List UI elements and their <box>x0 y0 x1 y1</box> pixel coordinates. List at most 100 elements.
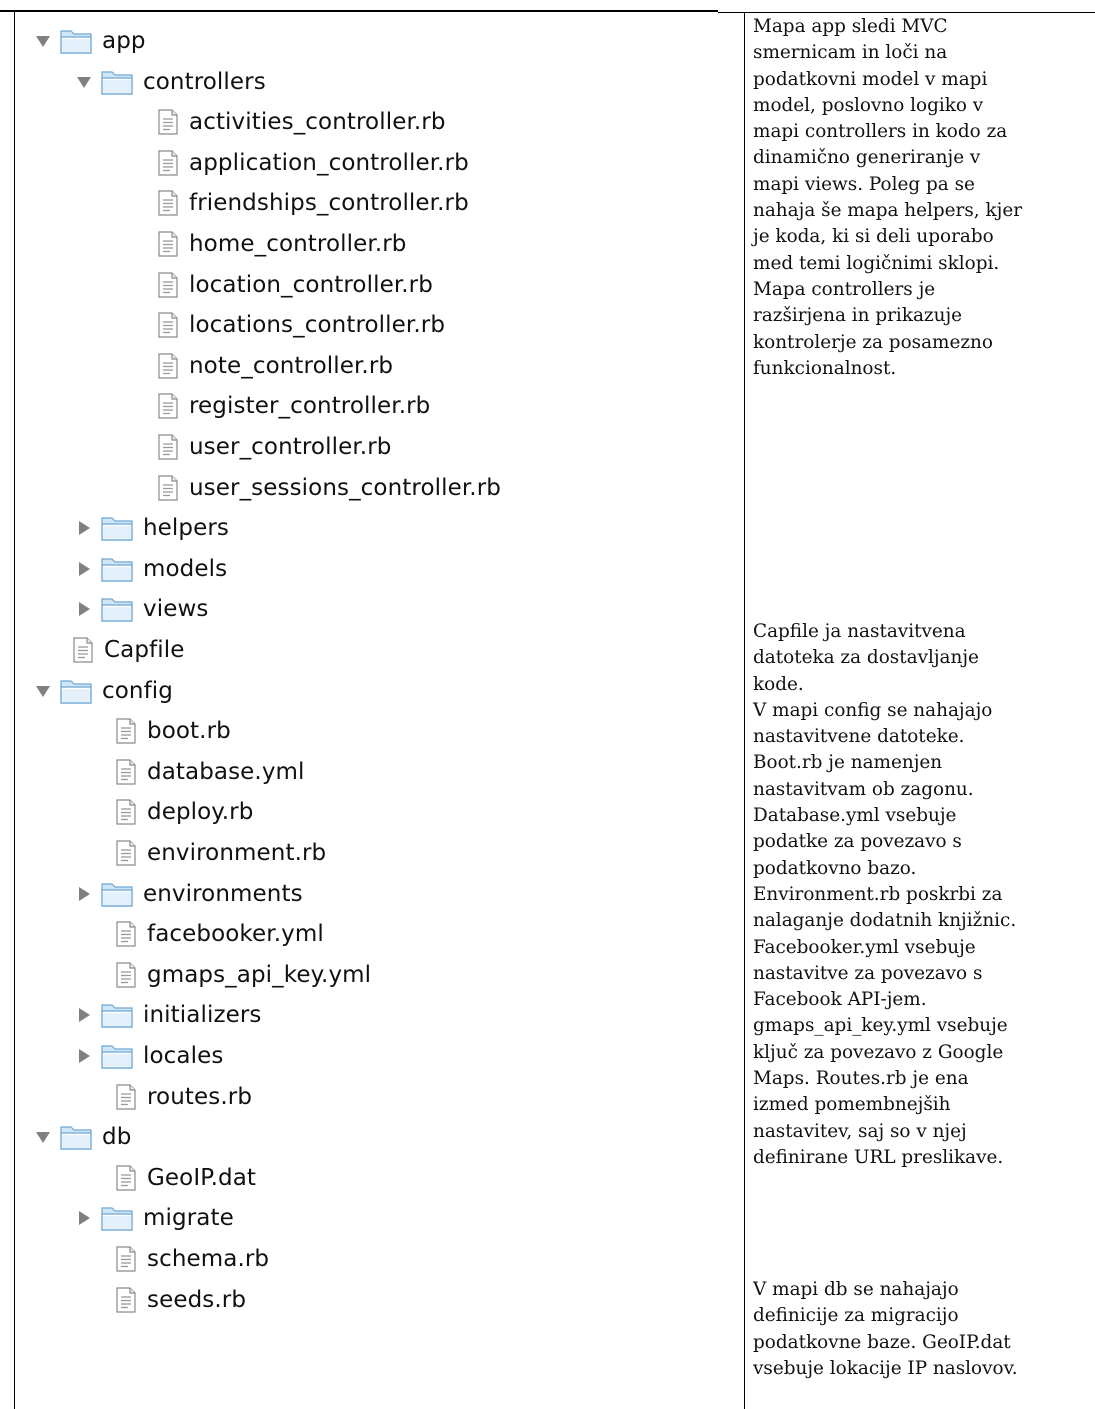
folder-icon <box>58 26 94 56</box>
tree-file-row[interactable]: schema.rb <box>113 1239 269 1279</box>
tree-item-label: register_controller.rb <box>189 393 431 420</box>
tree-folder-row[interactable]: config <box>34 671 173 711</box>
triangle-down-icon[interactable] <box>75 73 93 91</box>
tree-item-label: seeds.rb <box>147 1286 247 1313</box>
note-config: Capfile ja nastavitvena datoteka za dost… <box>753 619 1093 1171</box>
tree-file-row[interactable]: activities_controller.rb <box>155 102 446 142</box>
note-config-text: Capfile ja nastavitvena datoteka za dost… <box>753 621 1017 1168</box>
folder-icon <box>99 67 135 97</box>
triangle-down-icon[interactable] <box>34 1128 52 1146</box>
tree-folder-row[interactable]: helpers <box>75 508 229 548</box>
tree-item-label: controllers <box>143 68 266 95</box>
tree-file-row[interactable]: locations_controller.rb <box>155 305 445 345</box>
triangle-right-icon[interactable] <box>75 885 93 903</box>
tree-file-row[interactable]: database.yml <box>113 752 305 792</box>
tree-item-label: activities_controller.rb <box>189 109 446 136</box>
file-icon <box>113 1285 139 1315</box>
note-db-text: V mapi db se nahajajo definicije za migr… <box>753 1279 1018 1379</box>
tree-folder-row[interactable]: models <box>75 549 227 589</box>
tree-file-row[interactable]: deploy.rb <box>113 792 253 832</box>
tree-item-label: app <box>102 28 146 54</box>
tree-folder-row[interactable]: migrate <box>75 1198 234 1238</box>
tree-item-label: user_controller.rb <box>189 434 392 460</box>
table-column-divider <box>744 12 745 1409</box>
file-icon <box>113 716 139 746</box>
tree-folder-row[interactable]: db <box>34 1117 131 1157</box>
triangle-down-icon[interactable] <box>34 32 52 50</box>
tree-folder-row[interactable]: locales <box>75 1036 223 1076</box>
tree-file-row[interactable]: location_controller.rb <box>155 265 433 305</box>
tree-item-label: environments <box>143 880 303 907</box>
tree-item-label: facebooker.yml <box>147 921 324 948</box>
file-icon <box>113 960 139 990</box>
tree-file-row[interactable]: Capfile <box>70 630 184 670</box>
tree-file-row[interactable]: routes.rb <box>113 1077 252 1117</box>
tree-file-row[interactable]: gmaps_api_key.yml <box>113 955 371 995</box>
tree-item-label: locales <box>143 1043 224 1069</box>
file-icon <box>113 797 139 827</box>
tree-folder-row[interactable]: environments <box>75 874 303 914</box>
tree-item-label: schema.rb <box>147 1246 270 1272</box>
tree-item-label: GeoIP.dat <box>147 1164 257 1191</box>
note-app: Mapa app sledi MVC smernicam in loči na … <box>753 14 1093 382</box>
triangle-right-icon[interactable] <box>75 1047 93 1065</box>
tree-item-label: environment.rb <box>147 840 327 866</box>
tree-item-label: location_controller.rb <box>189 271 433 298</box>
tree-item-label: locations_controller.rb <box>189 312 446 339</box>
file-tree-screenshot: app controllers activities_controller.rbap… <box>20 18 720 1313</box>
tree-item-label: helpers <box>143 515 230 542</box>
tree-item-label: migrate <box>143 1205 234 1232</box>
table-top-border-right <box>718 12 1095 13</box>
tree-folder-row[interactable]: app <box>34 21 146 61</box>
tree-item-label: Capfile <box>104 637 185 663</box>
tree-item-label: database.yml <box>147 758 305 785</box>
tree-item-label: note_controller.rb <box>189 352 394 379</box>
file-icon <box>113 1244 139 1274</box>
tree-file-row[interactable]: note_controller.rb <box>155 346 393 386</box>
tree-item-label: user_sessions_controller.rb <box>189 474 501 501</box>
tree-file-row[interactable]: facebooker.yml <box>113 914 324 954</box>
folder-icon <box>99 1203 135 1233</box>
triangle-right-icon[interactable] <box>75 560 93 578</box>
tree-file-row[interactable]: user_controller.rb <box>155 427 391 467</box>
triangle-right-icon[interactable] <box>75 1006 93 1024</box>
note-app-text: Mapa app sledi MVC smernicam in loči na … <box>753 16 1022 379</box>
tree-file-row[interactable]: register_controller.rb <box>155 386 430 426</box>
file-icon <box>155 351 181 381</box>
tree-folder-row[interactable]: controllers <box>75 62 266 102</box>
document-page: app controllers activities_controller.rbap… <box>0 0 1095 1409</box>
file-icon <box>155 432 181 462</box>
file-icon <box>70 635 96 665</box>
triangle-right-icon[interactable] <box>75 519 93 537</box>
tree-item-label: views <box>143 596 209 623</box>
folder-icon <box>58 676 94 706</box>
tree-item-label: home_controller.rb <box>189 231 407 257</box>
tree-file-row[interactable]: boot.rb <box>113 711 231 751</box>
tree-folder-row[interactable]: initializers <box>75 995 262 1035</box>
tree-file-row[interactable]: home_controller.rb <box>155 224 406 264</box>
tree-item-label: db <box>102 1124 132 1151</box>
tree-file-row[interactable]: user_sessions_controller.rb <box>155 468 501 508</box>
file-icon <box>155 473 181 503</box>
file-icon <box>155 270 181 300</box>
tree-folder-row[interactable]: views <box>75 589 208 629</box>
triangle-right-icon[interactable] <box>75 600 93 618</box>
note-db: V mapi db se nahajajo definicije za migr… <box>753 1277 1093 1382</box>
file-icon <box>155 310 181 340</box>
tree-item-label: routes.rb <box>147 1083 253 1110</box>
tree-item-label: friendships_controller.rb <box>189 190 469 217</box>
tree-item-label: application_controller.rb <box>189 149 469 176</box>
table-top-border <box>0 10 718 12</box>
tree-item-label: boot.rb <box>147 718 231 745</box>
tree-file-row[interactable]: GeoIP.dat <box>113 1158 256 1198</box>
file-icon <box>155 391 181 421</box>
tree-file-row[interactable]: application_controller.rb <box>155 143 469 183</box>
triangle-down-icon[interactable] <box>34 682 52 700</box>
tree-file-row[interactable]: environment.rb <box>113 833 326 873</box>
tree-file-row[interactable]: seeds.rb <box>113 1280 246 1320</box>
file-icon <box>113 1082 139 1112</box>
triangle-right-icon[interactable] <box>75 1209 93 1227</box>
file-icon <box>113 919 139 949</box>
tree-file-row[interactable]: friendships_controller.rb <box>155 183 469 223</box>
tree-item-label: deploy.rb <box>147 799 254 826</box>
